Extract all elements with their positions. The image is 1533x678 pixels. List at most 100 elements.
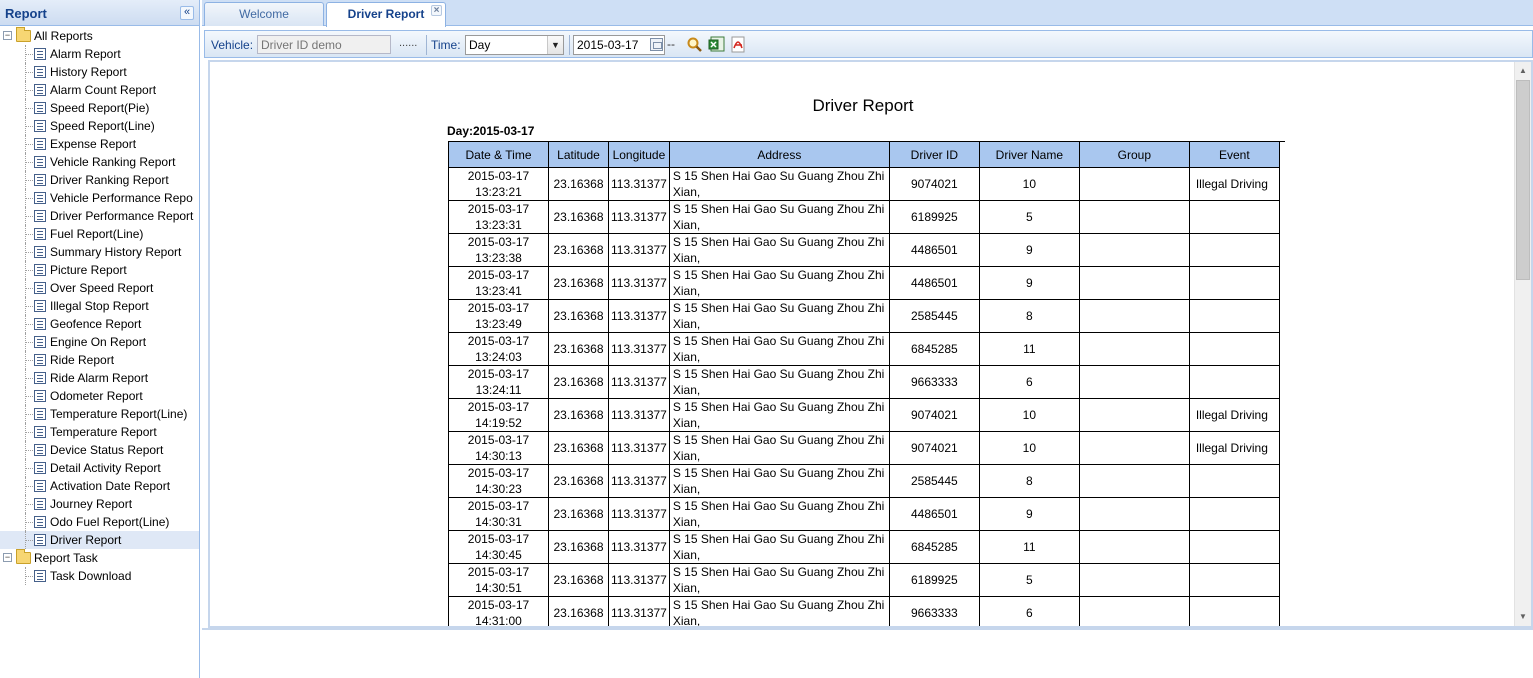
cell-driver-name: 6	[978, 365, 1080, 399]
tree-item-label: Expense Report	[50, 137, 137, 151]
time-period-select[interactable]: Day ▼	[465, 35, 564, 55]
cell-address-line: S 15 Shen Hai Gao Su Guang Zhou Zhi	[672, 367, 885, 381]
cell-address-line: Xian,	[672, 218, 701, 232]
cell-event	[1188, 497, 1280, 531]
cell-date: 2015-03-17	[467, 367, 530, 381]
search-icon[interactable]	[686, 36, 703, 53]
tree-item[interactable]: Illegal Stop Report	[0, 297, 199, 315]
table-row: 2015-03-17 13:23:41 23.16368 113.31377 S 15 …	[448, 266, 1280, 300]
cell-driver-id: 4486501	[888, 233, 980, 267]
cell-time: 14:30:13	[475, 449, 522, 463]
tree-collapse-toggle-icon[interactable]: −	[3, 31, 12, 40]
report-panel-title: Report	[5, 6, 47, 21]
tree-guide-line	[25, 378, 33, 379]
column-header: Driver Name	[978, 141, 1080, 168]
tree-item[interactable]: Driver Performance Report	[0, 207, 199, 225]
cell-address: S 15 Shen Hai Gao Su Guang Zhou Zhi Xian,	[668, 365, 890, 399]
vehicle-select-more-button[interactable]: ......	[399, 37, 417, 49]
collapse-panel-icon[interactable]: «	[180, 6, 194, 20]
close-tab-icon[interactable]: ×	[431, 5, 442, 16]
vehicle-input[interactable]	[257, 35, 391, 54]
tree-guide-line	[25, 504, 33, 505]
tree-item[interactable]: Temperature Report(Line)	[0, 405, 199, 423]
tree-item[interactable]: Ride Report	[0, 351, 199, 369]
tree-guide-line	[25, 540, 33, 541]
tree-item[interactable]: Picture Report	[0, 261, 199, 279]
cell-date-time: 2015-03-17 14:30:23	[448, 464, 549, 498]
tree-item[interactable]: Journey Report	[0, 495, 199, 513]
tree-item[interactable]: Engine On Report	[0, 333, 199, 351]
cell-driver-id: 9663333	[888, 596, 980, 626]
tree-item[interactable]: Over Speed Report	[0, 279, 199, 297]
calendar-icon[interactable]	[650, 38, 663, 51]
cell-driver-id: 6845285	[888, 530, 980, 564]
tree-item[interactable]: Summary History Report	[0, 243, 199, 261]
tree-item[interactable]: Speed Report(Line)	[0, 117, 199, 135]
report-table-wrapper: Date & Time Latitude Longitude Address Drive…	[448, 141, 1280, 626]
tree-folder[interactable]: − Report Task	[0, 549, 199, 567]
cell-event	[1188, 233, 1280, 267]
cell-address: S 15 Shen Hai Gao Su Guang Zhou Zhi Xian,	[668, 398, 890, 432]
tree-item[interactable]: Alarm Report	[0, 45, 199, 63]
tree-item-label: Detail Activity Report	[50, 461, 161, 475]
cell-latitude: 23.16368	[548, 497, 609, 531]
export-pdf-icon[interactable]	[730, 36, 747, 53]
scroll-down-arrow-icon[interactable]: ▼	[1515, 609, 1531, 625]
cell-time: 13:24:03	[475, 350, 522, 364]
table-row: 2015-03-17 14:30:31 23.16368 113.31377 S 15 …	[448, 497, 1280, 531]
tree-item[interactable]: Driver Ranking Report	[0, 171, 199, 189]
table-row: 2015-03-17 13:23:21 23.16368 113.31377 S 15 …	[448, 167, 1280, 201]
tree-item[interactable]: Ride Alarm Report	[0, 369, 199, 387]
tree-item-label: Alarm Report	[50, 47, 121, 61]
date-field[interactable]: 2015-03-17	[573, 35, 665, 55]
report-document-icon	[34, 210, 46, 222]
cell-driver-name: 11	[978, 332, 1080, 366]
chevron-down-icon[interactable]: ▼	[547, 36, 563, 54]
cell-date: 2015-03-17	[467, 499, 530, 513]
cell-address-line: Xian,	[672, 482, 701, 496]
tree-item[interactable]: Geofence Report	[0, 315, 199, 333]
tab-driver-report-label: Driver Report	[347, 7, 425, 21]
cell-driver-id: 6189925	[888, 563, 980, 597]
tree-item[interactable]: Detail Activity Report	[0, 459, 199, 477]
scroll-up-arrow-icon[interactable]: ▲	[1515, 63, 1531, 79]
tree-collapse-toggle-icon[interactable]: −	[3, 553, 12, 562]
tree-item[interactable]: Device Status Report	[0, 441, 199, 459]
tree-item[interactable]: Vehicle Performance Repo	[0, 189, 199, 207]
table-row: 2015-03-17 14:31:00 23.16368 113.31377 S 15 …	[448, 596, 1280, 626]
tree-item[interactable]: Temperature Report	[0, 423, 199, 441]
cell-latitude: 23.16368	[548, 266, 609, 300]
cell-event	[1188, 596, 1280, 626]
tree-item[interactable]: Fuel Report(Line)	[0, 225, 199, 243]
cell-driver-id: 6189925	[888, 200, 980, 234]
tree-guide-line	[25, 90, 33, 91]
tree-guide-line	[25, 252, 33, 253]
tree-item[interactable]: Speed Report(Pie)	[0, 99, 199, 117]
vertical-scrollbar[interactable]: ▲ ▼	[1514, 62, 1531, 626]
cell-time: 14:19:52	[475, 416, 522, 430]
cell-time: 13:23:31	[475, 218, 522, 232]
tree-item[interactable]: Odometer Report	[0, 387, 199, 405]
cell-time: 14:30:51	[475, 581, 522, 595]
cell-date-time: 2015-03-17 13:23:21	[448, 167, 549, 201]
tree-guide-line	[25, 216, 33, 217]
tree-item[interactable]: Task Download	[0, 567, 199, 585]
export-excel-icon[interactable]	[708, 36, 725, 53]
tree-item[interactable]: Driver Report	[0, 531, 199, 549]
tree-item[interactable]: Activation Date Report	[0, 477, 199, 495]
cell-event	[1188, 266, 1280, 300]
tree-folder[interactable]: − All Reports	[0, 27, 199, 45]
cell-longitude: 113.31377	[608, 530, 670, 564]
scrollbar-thumb[interactable]	[1516, 80, 1530, 280]
tree-item[interactable]: History Report	[0, 63, 199, 81]
cell-address-line: Xian,	[672, 350, 701, 364]
tree-item[interactable]: Alarm Count Report	[0, 81, 199, 99]
cell-group	[1078, 332, 1190, 366]
tree-item[interactable]: Odo Fuel Report(Line)	[0, 513, 199, 531]
tab-driver-report[interactable]: Driver Report ×	[326, 2, 446, 27]
report-document-icon	[34, 84, 46, 96]
tree-item[interactable]: Vehicle Ranking Report	[0, 153, 199, 171]
cell-date: 2015-03-17	[467, 202, 530, 216]
tree-item[interactable]: Expense Report	[0, 135, 199, 153]
tab-welcome[interactable]: Welcome	[204, 2, 324, 26]
